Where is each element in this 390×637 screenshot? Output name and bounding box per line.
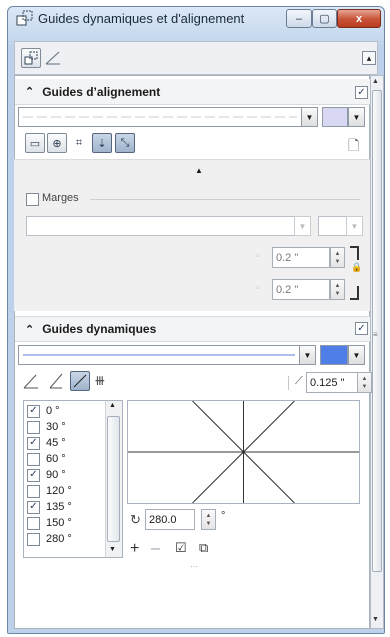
top-margin-icon: ▫ (256, 251, 260, 262)
line-style-dropdown-arrow-icon[interactable]: ▼ (301, 107, 318, 127)
guides-layout-icon[interactable] (21, 48, 41, 68)
dynamic-line-dropdown-arrow-icon[interactable]: ▼ (299, 345, 316, 365)
alignment-line-style-dropdown[interactable] (18, 107, 302, 127)
angle-checkbox[interactable]: ✓ (27, 500, 40, 514)
dynamic-color-swatch[interactable] (320, 345, 348, 365)
angle-label: 90 ° (46, 469, 66, 481)
separator (288, 376, 289, 390)
collapse-chevron-icon[interactable]: ⌃ (25, 323, 34, 336)
scroll-down-arrow-icon[interactable]: ▼ (372, 616, 379, 623)
bottom-margin-spinner[interactable]: ▲ ▼ (330, 279, 345, 300)
separator (90, 199, 360, 200)
margins-unit-arrow-icon[interactable]: ▼ (346, 216, 363, 236)
angle-checkbox[interactable] (27, 452, 40, 466)
bottom-margin-field[interactable]: 0.2 " (272, 279, 330, 300)
angle-checkbox[interactable]: ✓ (27, 468, 40, 482)
dynamic-guides-icon[interactable] (45, 50, 61, 66)
alignment-section-title: Guides d’alignement (42, 84, 161, 99)
align-margins-icon[interactable]: ⇣ (92, 133, 112, 153)
angle-line-icon[interactable] (48, 372, 66, 390)
angle-checkbox[interactable]: ✓ (27, 436, 40, 450)
angle-label: 45 ° (46, 437, 66, 449)
alignment-color-swatch[interactable] (322, 107, 348, 127)
close-button[interactable]: x (337, 9, 381, 28)
page-icon[interactable]: 🗋 (348, 135, 359, 159)
dynamic-enable-checkbox[interactable]: ✓ (355, 322, 368, 335)
rotation-angle-spinner[interactable]: ▲ ▼ (201, 509, 216, 530)
scroll-up-arrow-icon[interactable]: ▲ (372, 78, 379, 85)
angle-checkbox[interactable]: ✓ (27, 404, 40, 418)
angle-checkbox[interactable] (27, 532, 40, 546)
top-margin-spinner[interactable]: ▲ ▼ (330, 247, 345, 268)
alignment-section-header[interactable]: ⌃ Guides d’alignement (15, 79, 370, 105)
align-edges-icon[interactable]: ▭ (25, 133, 45, 153)
snap-increment-spinner[interactable]: ▲ ▼ (357, 372, 372, 393)
bottom-margin-icon: ▫ (256, 283, 260, 294)
maximize-button[interactable]: ▢ (312, 9, 337, 28)
align-diagonal-icon[interactable]: ⤡ (115, 133, 135, 153)
dynamic-color-dropdown-arrow-icon[interactable]: ▼ (348, 345, 365, 365)
collapse-up-arrow-icon[interactable]: ▲ (195, 166, 203, 175)
angle-label: 280 ° (46, 533, 72, 545)
margins-type-dropdown[interactable] (26, 216, 311, 236)
rotation-icon: ↻ (130, 512, 141, 527)
angle-label: 60 ° (46, 453, 66, 465)
copy-angles-icon[interactable]: ⧉ (199, 540, 208, 556)
minimize-button[interactable]: – (286, 9, 312, 28)
margins-checkbox[interactable] (26, 193, 39, 206)
angle-checkbox[interactable] (27, 420, 40, 434)
snap-increment-icon: ⟋ (295, 375, 303, 387)
lock-icon[interactable]: 🔒 (351, 262, 362, 273)
docker-toolbar (14, 41, 378, 75)
diagonal-guides-icon[interactable] (70, 371, 90, 391)
color-dropdown-arrow-icon[interactable]: ▼ (348, 107, 365, 127)
window-icon (16, 9, 34, 27)
snap-increment-field[interactable]: 0.125 " (306, 372, 358, 393)
angle-label: 150 ° (46, 517, 72, 529)
angle-checkbox[interactable] (27, 516, 40, 530)
angle-list-scroll-down-icon[interactable]: ▼ (109, 546, 116, 553)
angle-list-scroll-up-icon[interactable]: ▲ (109, 402, 116, 409)
angle-label: 0 ° (46, 405, 60, 417)
dynamic-line-style-dropdown[interactable] (18, 345, 300, 365)
resize-grip-icon: … (190, 560, 199, 569)
top-margin-field[interactable]: 0.2 " (272, 247, 330, 268)
remove-angle-icon[interactable]: – (151, 540, 160, 558)
window-title: Guides dynamiques et d'alignement (38, 11, 245, 26)
margins-type-arrow-icon[interactable]: ▼ (294, 216, 311, 236)
margins-label: Marges (42, 192, 79, 204)
angle-list-scroll-thumb[interactable] (107, 416, 120, 542)
rotation-angle-field[interactable]: 280.0 (145, 509, 195, 530)
angle-label: 30 ° (46, 421, 66, 433)
align-center-icon[interactable]: ⊕ (47, 133, 67, 153)
angle-checkbox[interactable] (27, 484, 40, 498)
angle-label: 120 ° (46, 485, 72, 497)
angle-preview (127, 400, 360, 504)
dynamic-section-header[interactable]: ⌃ Guides dynamiques (15, 316, 370, 342)
angle-label: 135 ° (46, 501, 72, 513)
lock-bracket-top-icon (350, 246, 359, 260)
alignment-enable-checkbox[interactable]: ✓ (355, 86, 368, 99)
degree-unit: ° (221, 510, 226, 522)
align-intersect-icon[interactable]: ⌗ (69, 133, 89, 153)
dynamic-section-title: Guides dynamiques (42, 322, 157, 336)
tick-marks-icon[interactable]: ⧻ (94, 372, 106, 389)
collapse-chevron-icon[interactable]: ⌃ (25, 85, 34, 98)
grip-icon: ≡ (373, 330, 378, 339)
lock-bracket-bottom-icon (350, 286, 359, 300)
select-all-angles-icon[interactable]: ☑ (175, 540, 187, 556)
add-angle-icon[interactable]: + (130, 540, 139, 558)
snap-angle-icon[interactable] (22, 372, 40, 390)
expand-panel-icon[interactable]: ▴ (362, 51, 376, 65)
